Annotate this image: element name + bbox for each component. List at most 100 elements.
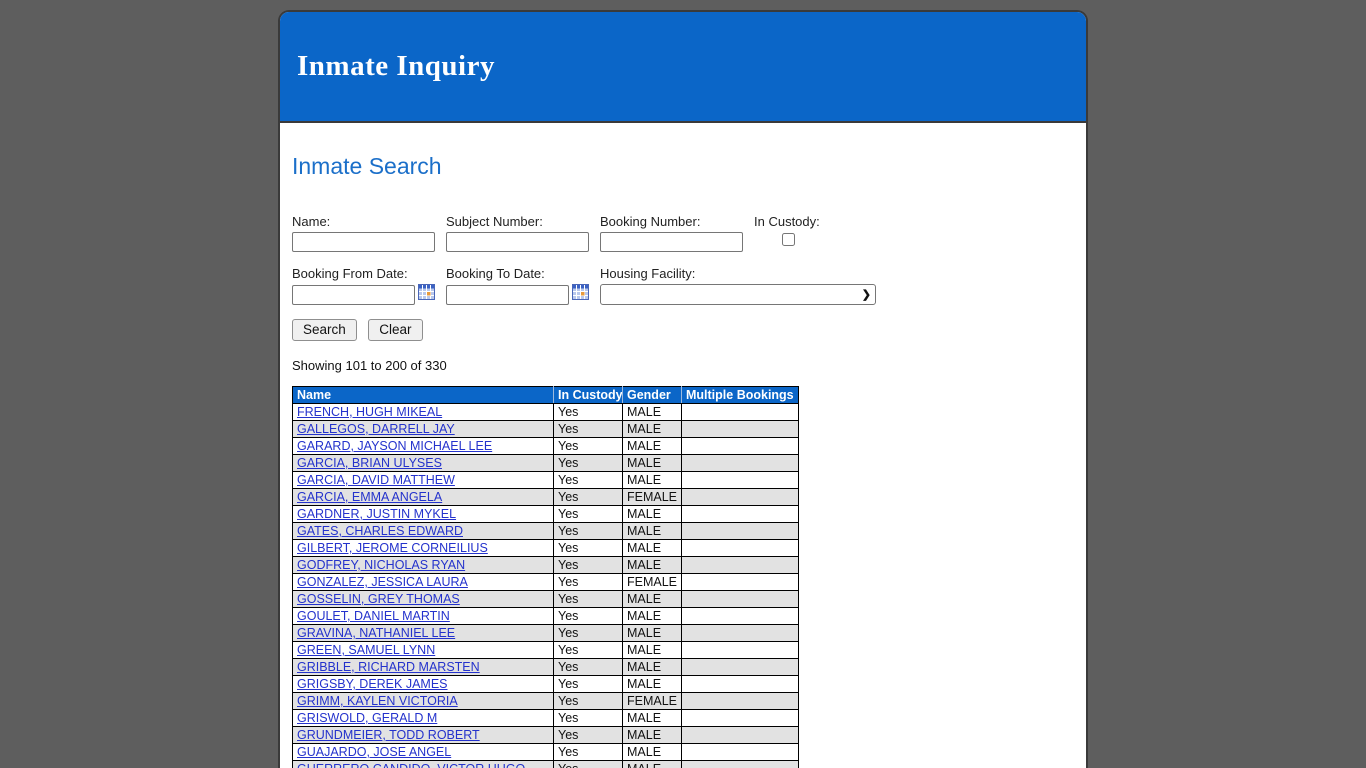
multiple-bookings-cell [681,590,799,608]
gender-cell: MALE [622,641,682,659]
inmate-name-link[interactable]: GARCIA, EMMA ANGELA [297,490,442,504]
table-row: GOSSELIN, GREY THOMAS Yes MALE [292,590,799,608]
inmate-name-cell: GREEN, SAMUEL LYNN [292,641,554,659]
inmate-name-link[interactable]: GRIMM, KAYLEN VICTORIA [297,694,458,708]
inmate-name-cell: GUERRERO CANDIDO, VICTOR HUGO [292,760,554,768]
in-custody-cell: Yes [553,590,623,608]
inmate-name-cell: GARCIA, DAVID MATTHEW [292,471,554,489]
gender-cell: MALE [622,437,682,455]
inmate-name-cell: GATES, CHARLES EDWARD [292,522,554,540]
gender-cell: MALE [622,471,682,489]
form-buttons: Search Clear [292,319,1074,341]
inmate-name-link[interactable]: FRENCH, HUGH MIKEAL [297,405,442,419]
inmate-name-cell: GUAJARDO, JOSE ANGEL [292,743,554,761]
inmate-name-link[interactable]: GATES, CHARLES EDWARD [297,524,463,538]
multiple-bookings-cell [681,658,799,676]
housing-facility-field-group: Housing Facility: ❯ [600,266,876,305]
gender-cell: MALE [622,454,682,472]
in-custody-cell: Yes [553,607,623,625]
subject-number-input[interactable] [446,232,589,252]
table-row: GILBERT, JEROME CORNEILIUS Yes MALE [292,539,799,557]
inmate-name-link[interactable]: GUERRERO CANDIDO, VICTOR HUGO [297,762,525,768]
results-count-text: Showing 101 to 200 of 330 [292,358,447,373]
inmate-name-cell: GARCIA, EMMA ANGELA [292,488,554,506]
in-custody-cell: Yes [553,658,623,676]
booking-to-label: Booking To Date: [446,266,545,281]
inmate-name-link[interactable]: GOSSELIN, GREY THOMAS [297,592,460,606]
in-custody-cell: Yes [553,641,623,659]
inmate-name-link[interactable]: GILBERT, JEROME CORNEILIUS [297,541,488,555]
inmate-name-cell: GARCIA, BRIAN ULYSES [292,454,554,472]
inmate-name-link[interactable]: GARCIA, DAVID MATTHEW [297,473,455,487]
in-custody-cell: Yes [553,726,623,744]
gender-cell: MALE [622,403,682,421]
table-row: GALLEGOS, DARRELL JAY Yes MALE [292,420,799,438]
inmate-name-link[interactable]: GARARD, JAYSON MICHAEL LEE [297,439,492,453]
gender-cell: MALE [622,743,682,761]
gender-cell: MALE [622,624,682,642]
multiple-bookings-cell [681,420,799,438]
inmate-name-cell: GRISWOLD, GERALD M [292,709,554,727]
gender-cell: MALE [622,522,682,540]
inmate-name-cell: GARARD, JAYSON MICHAEL LEE [292,437,554,455]
form-row-1: Name: Subject Number: Booking Number: In… [292,214,1074,252]
inmate-name-link[interactable]: GRIBBLE, RICHARD MARSTEN [297,660,480,674]
multiple-bookings-cell [681,471,799,489]
housing-facility-select[interactable] [600,284,876,305]
column-header-in-custody: In Custody [553,386,623,404]
multiple-bookings-cell [681,454,799,472]
booking-number-input[interactable] [600,232,743,252]
table-row: GREEN, SAMUEL LYNN Yes MALE [292,641,799,659]
column-header-multiple-bookings: Multiple Bookings [681,386,799,404]
gender-cell: MALE [622,607,682,625]
table-row: GRIMM, KAYLEN VICTORIA Yes FEMALE [292,692,799,710]
clear-button[interactable]: Clear [368,319,423,341]
inmate-name-link[interactable]: GRAVINA, NATHANIEL LEE [297,626,455,640]
in-custody-checkbox[interactable] [782,233,795,246]
inmate-name-link[interactable]: GARCIA, BRIAN ULYSES [297,456,442,470]
subject-number-label: Subject Number: [446,214,543,229]
page-title: Inmate Search [292,153,442,179]
inmate-name-link[interactable]: GREEN, SAMUEL LYNN [297,643,435,657]
multiple-bookings-cell [681,539,799,557]
name-input[interactable] [292,232,435,252]
inmate-name-cell: GRIBBLE, RICHARD MARSTEN [292,658,554,676]
booking-to-field-group: Booking To Date: [446,266,600,305]
multiple-bookings-cell [681,675,799,693]
inmate-name-link[interactable]: GOULET, DANIEL MARTIN [297,609,450,623]
gender-cell: FEMALE [622,692,682,710]
inmate-name-cell: GRAVINA, NATHANIEL LEE [292,624,554,642]
in-custody-cell: Yes [553,403,623,421]
gender-cell: MALE [622,556,682,574]
table-header-row: Name In Custody Gender Multiple Bookings [292,386,799,404]
in-custody-cell: Yes [553,624,623,642]
inmate-name-link[interactable]: GALLEGOS, DARRELL JAY [297,422,455,436]
inmate-name-link[interactable]: GARDNER, JUSTIN MYKEL [297,507,456,521]
inmate-name-link[interactable]: GUAJARDO, JOSE ANGEL [297,745,451,759]
table-row: GARARD, JAYSON MICHAEL LEE Yes MALE [292,437,799,455]
inmate-name-cell: GARDNER, JUSTIN MYKEL [292,505,554,523]
calendar-icon[interactable] [572,284,589,305]
in-custody-cell: Yes [553,437,623,455]
multiple-bookings-cell [681,488,799,506]
inmate-name-link[interactable]: GRUNDMEIER, TODD ROBERT [297,728,480,742]
inmate-name-cell: GRUNDMEIER, TODD ROBERT [292,726,554,744]
table-row: GATES, CHARLES EDWARD Yes MALE [292,522,799,540]
in-custody-cell: Yes [553,556,623,574]
inmate-name-link[interactable]: GODFREY, NICHOLAS RYAN [297,558,465,572]
inmate-results-table: Name In Custody Gender Multiple Bookings… [292,386,799,768]
multiple-bookings-cell [681,437,799,455]
inmate-name-link[interactable]: GRISWOLD, GERALD M [297,711,437,725]
booking-to-input[interactable] [446,284,569,305]
search-button[interactable]: Search [292,319,357,341]
multiple-bookings-cell [681,709,799,727]
in-custody-label: In Custody: [754,214,820,229]
booking-from-input[interactable] [292,284,415,305]
in-custody-cell: Yes [553,505,623,523]
inmate-name-link[interactable]: GONZALEZ, JESSICA LAURA [297,575,468,589]
inmate-name-link[interactable]: GRIGSBY, DEREK JAMES [297,677,448,691]
multiple-bookings-cell [681,743,799,761]
calendar-icon[interactable] [418,284,435,305]
app-header: Inmate Inquiry [280,12,1086,123]
table-row: GRIBBLE, RICHARD MARSTEN Yes MALE [292,658,799,676]
